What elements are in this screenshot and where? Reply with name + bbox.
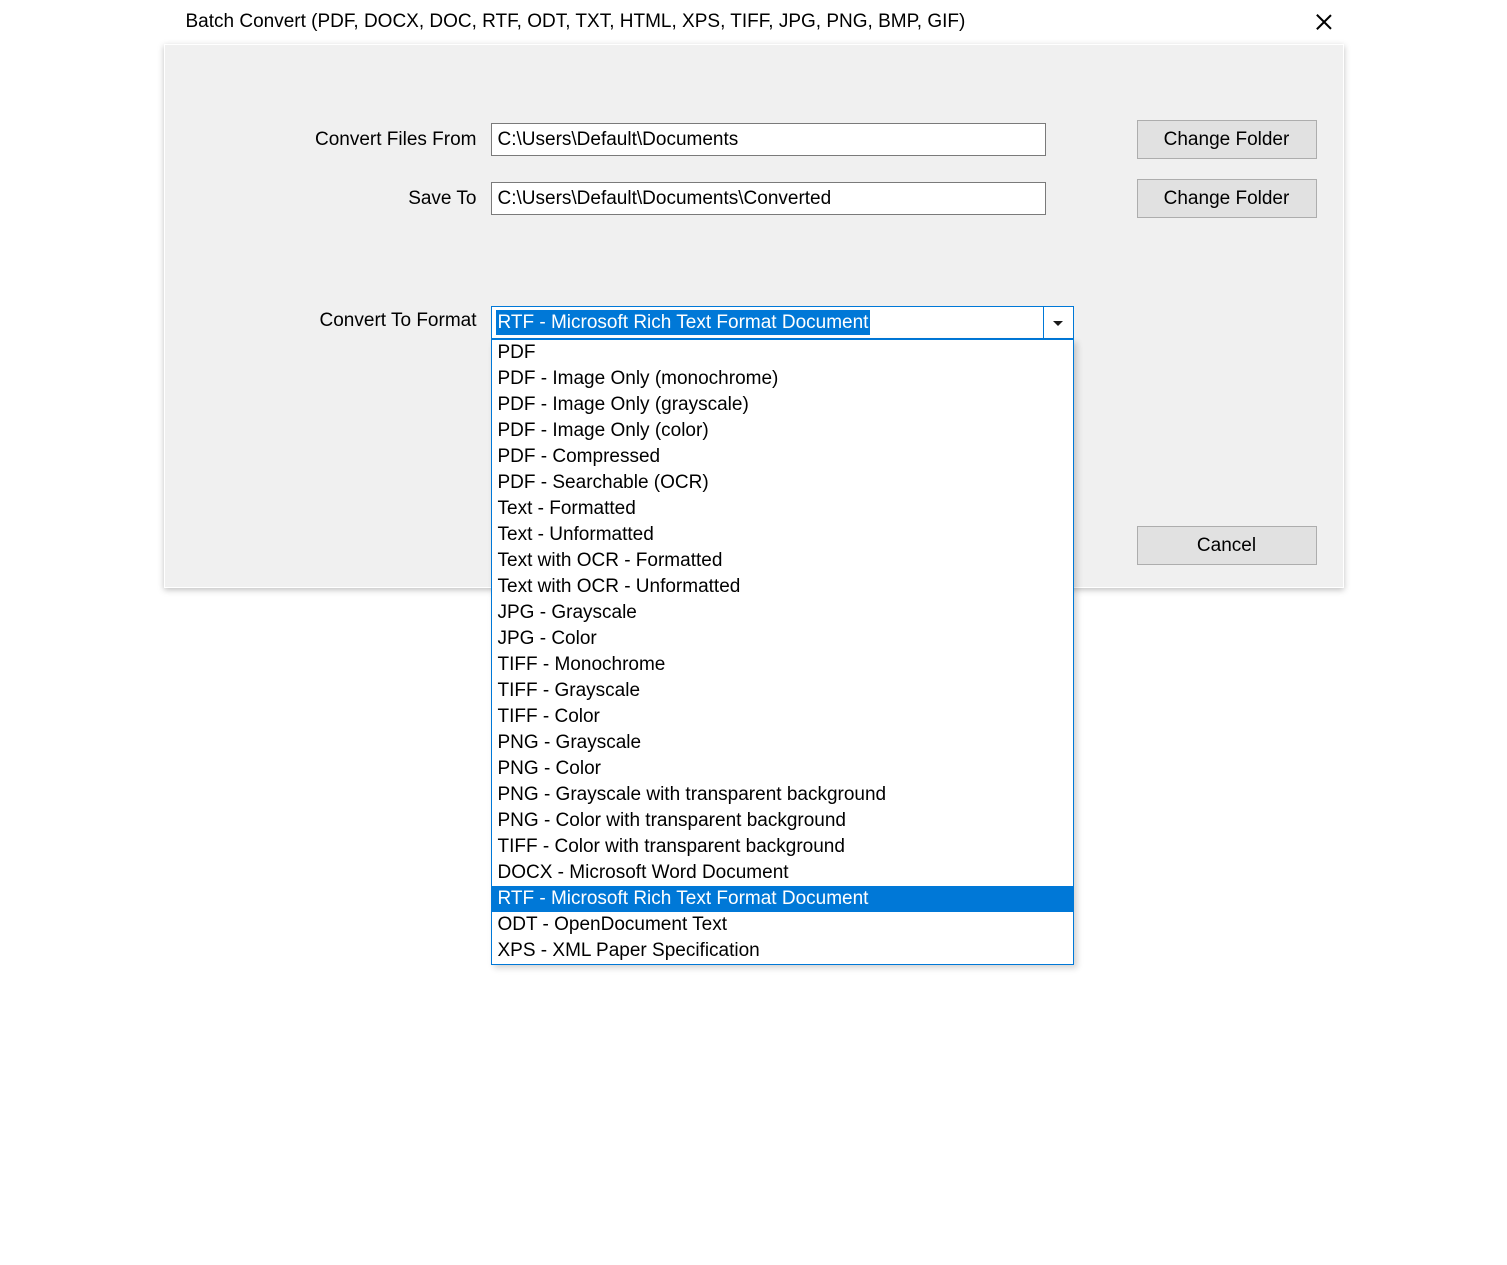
- save-to-row: Save To Change Folder: [191, 179, 1317, 218]
- convert-from-row: Convert Files From Change Folder: [191, 120, 1317, 159]
- format-option[interactable]: XPS - XML Paper Specification: [492, 938, 1073, 964]
- format-option[interactable]: Text - Formatted: [492, 496, 1073, 522]
- format-option[interactable]: PNG - Color: [492, 756, 1073, 782]
- format-option[interactable]: PDF: [492, 340, 1073, 366]
- format-option[interactable]: PDF - Image Only (color): [492, 418, 1073, 444]
- change-folder-to-button[interactable]: Change Folder: [1137, 179, 1317, 218]
- format-option[interactable]: PNG - Grayscale: [492, 730, 1073, 756]
- format-option[interactable]: TIFF - Grayscale: [492, 678, 1073, 704]
- format-dropdown[interactable]: PDFPDF - Image Only (monochrome)PDF - Im…: [491, 339, 1074, 965]
- format-combo[interactable]: RTF - Microsoft Rich Text Format Documen…: [491, 306, 1074, 339]
- window-title: Batch Convert (PDF, DOCX, DOC, RTF, ODT,…: [186, 11, 966, 33]
- convert-format-row: Convert To Format RTF - Microsoft Rich T…: [191, 306, 1317, 339]
- format-combo-value-box: RTF - Microsoft Rich Text Format Documen…: [492, 307, 1043, 338]
- batch-convert-dialog: Batch Convert (PDF, DOCX, DOC, RTF, ODT,…: [164, 0, 1344, 588]
- titlebar: Batch Convert (PDF, DOCX, DOC, RTF, ODT,…: [164, 0, 1344, 44]
- save-to-label: Save To: [191, 188, 481, 210]
- format-option[interactable]: Text - Unformatted: [492, 522, 1073, 548]
- format-option[interactable]: TIFF - Color: [492, 704, 1073, 730]
- format-option[interactable]: JPG - Grayscale: [492, 600, 1073, 626]
- change-folder-from-button[interactable]: Change Folder: [1137, 120, 1317, 159]
- format-option[interactable]: PDF - Image Only (grayscale): [492, 392, 1073, 418]
- format-combo-button[interactable]: [1043, 307, 1073, 338]
- format-option[interactable]: DOCX - Microsoft Word Document: [492, 860, 1073, 886]
- format-option[interactable]: PNG - Grayscale with transparent backgro…: [492, 782, 1073, 808]
- format-option[interactable]: PDF - Compressed: [492, 444, 1073, 470]
- format-option[interactable]: Text with OCR - Unformatted: [492, 574, 1073, 600]
- close-icon[interactable]: [1316, 14, 1332, 30]
- format-combo-wrap: RTF - Microsoft Rich Text Format Documen…: [491, 306, 1074, 339]
- format-option[interactable]: PNG - Color with transparent background: [492, 808, 1073, 834]
- format-option[interactable]: TIFF - Color with transparent background: [492, 834, 1073, 860]
- format-option[interactable]: RTF - Microsoft Rich Text Format Documen…: [492, 886, 1073, 912]
- convert-from-input[interactable]: [491, 123, 1046, 156]
- cancel-button[interactable]: Cancel: [1137, 526, 1317, 565]
- convert-from-label: Convert Files From: [191, 129, 481, 151]
- format-option[interactable]: PDF - Searchable (OCR): [492, 470, 1073, 496]
- format-option[interactable]: Text with OCR - Formatted: [492, 548, 1073, 574]
- format-combo-selected-value: RTF - Microsoft Rich Text Format Documen…: [496, 310, 871, 335]
- dialog-body: Convert Files From Change Folder Save To…: [164, 44, 1344, 588]
- format-option[interactable]: TIFF - Monochrome: [492, 652, 1073, 678]
- chevron-down-icon: [1053, 321, 1063, 326]
- convert-format-label: Convert To Format: [191, 306, 481, 332]
- format-option[interactable]: ODT - OpenDocument Text: [492, 912, 1073, 938]
- format-option[interactable]: JPG - Color: [492, 626, 1073, 652]
- format-option[interactable]: PDF - Image Only (monochrome): [492, 366, 1073, 392]
- save-to-input[interactable]: [491, 182, 1046, 215]
